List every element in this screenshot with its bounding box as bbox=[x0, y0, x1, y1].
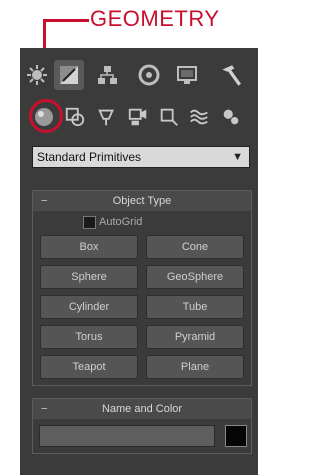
callout-line bbox=[43, 19, 89, 22]
box-button[interactable]: Box bbox=[40, 235, 138, 259]
motion-tab[interactable] bbox=[134, 60, 164, 90]
cylinder-button[interactable]: Cylinder bbox=[40, 295, 138, 319]
utilities-hammer-icon bbox=[222, 65, 241, 86]
dropdown-value: Standard Primitives bbox=[37, 150, 142, 164]
autogrid-row: AutoGrid bbox=[33, 211, 251, 233]
chevron-down-icon: ▼ bbox=[232, 151, 243, 163]
hierarchy-tab[interactable] bbox=[92, 60, 122, 90]
helpers-icon bbox=[160, 108, 178, 126]
collapse-icon: − bbox=[41, 403, 48, 415]
modify-icon bbox=[60, 66, 78, 84]
cameras-category[interactable] bbox=[125, 104, 151, 130]
display-icon bbox=[177, 66, 197, 84]
object-color-swatch[interactable] bbox=[225, 425, 247, 447]
hierarchy-icon bbox=[98, 66, 117, 84]
utilities-tab[interactable] bbox=[216, 60, 246, 90]
pyramid-button[interactable]: Pyramid bbox=[146, 325, 244, 349]
autogrid-checkbox[interactable] bbox=[83, 216, 96, 229]
spacewarps-category[interactable] bbox=[186, 104, 212, 130]
shapes-category[interactable] bbox=[62, 104, 88, 130]
object-name-field[interactable] bbox=[39, 425, 215, 447]
geometry-highlight-ring bbox=[29, 99, 63, 133]
lights-category[interactable] bbox=[94, 104, 120, 130]
teapot-button[interactable]: Teapot bbox=[40, 355, 138, 379]
plane-button[interactable]: Plane bbox=[146, 355, 244, 379]
torus-button[interactable]: Torus bbox=[40, 325, 138, 349]
lights-icon bbox=[98, 109, 114, 126]
cone-button[interactable]: Cone bbox=[146, 235, 244, 259]
object-type-title: Object Type bbox=[112, 195, 172, 207]
modify-tab[interactable] bbox=[54, 60, 84, 90]
helpers-category[interactable] bbox=[156, 104, 182, 130]
tube-button[interactable]: Tube bbox=[146, 295, 244, 319]
command-panel: Standard Primitives ▼ − Object Type Auto… bbox=[20, 48, 258, 475]
primitive-buttons: Box Cone Sphere GeoSphere Cylinder Tube … bbox=[33, 233, 251, 385]
shapes-icon bbox=[65, 107, 85, 127]
spacewarps-icon bbox=[190, 109, 208, 125]
name-and-color-rollout: − Name and Color bbox=[32, 398, 252, 454]
cameras-icon bbox=[128, 108, 147, 126]
object-type-rollout: − Object Type AutoGrid Box Cone Sphere G… bbox=[32, 190, 252, 386]
object-type-header[interactable]: − Object Type bbox=[33, 191, 251, 211]
name-and-color-title: Name and Color bbox=[101, 403, 183, 415]
systems-icon bbox=[223, 109, 239, 125]
callout-label: GEOMETRY bbox=[90, 6, 220, 31]
autogrid-label: AutoGrid bbox=[99, 216, 143, 228]
sun-icon bbox=[27, 65, 47, 85]
collapse-icon: − bbox=[41, 195, 48, 207]
motion-icon bbox=[138, 64, 160, 86]
sphere-button[interactable]: Sphere bbox=[40, 265, 138, 289]
command-panel-tabs bbox=[20, 56, 258, 96]
name-and-color-row bbox=[33, 419, 251, 453]
name-and-color-header[interactable]: − Name and Color bbox=[33, 399, 251, 419]
create-tab[interactable] bbox=[22, 60, 52, 90]
systems-category[interactable] bbox=[218, 104, 244, 130]
display-tab[interactable] bbox=[172, 60, 202, 90]
primitive-type-dropdown[interactable]: Standard Primitives ▼ bbox=[32, 146, 250, 168]
geosphere-button[interactable]: GeoSphere bbox=[146, 265, 244, 289]
